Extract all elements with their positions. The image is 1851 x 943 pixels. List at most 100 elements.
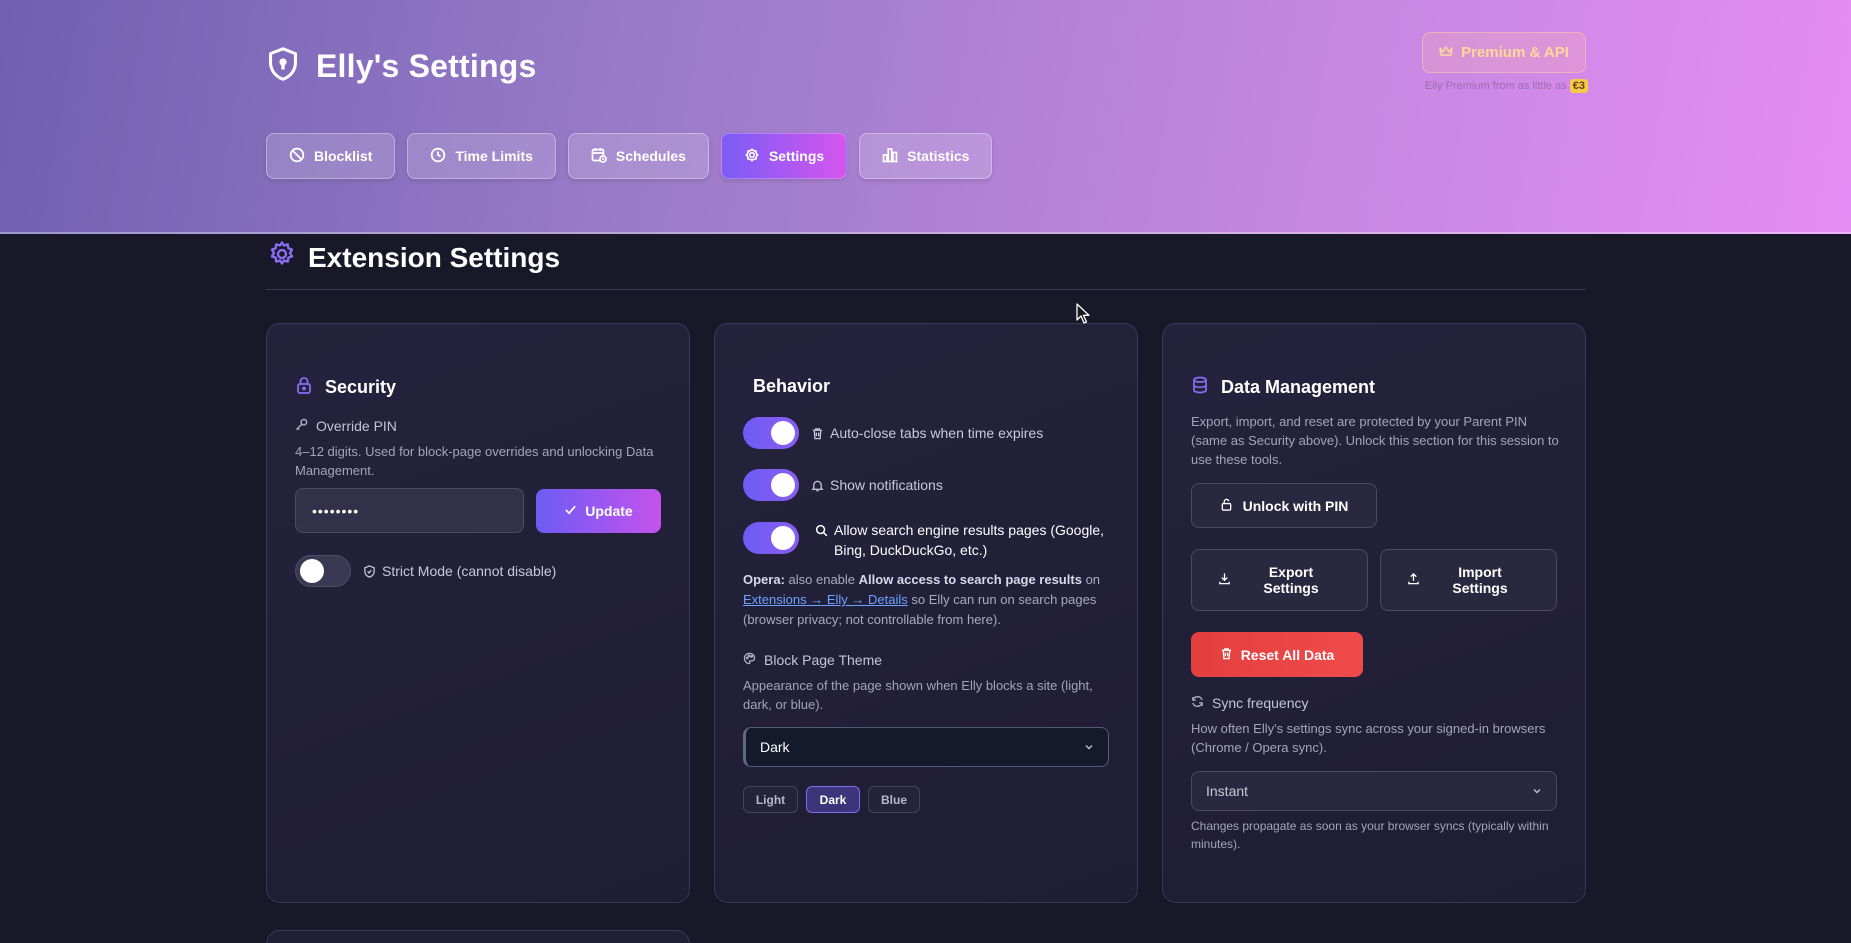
auto-close-text: Auto-close tabs when time expires bbox=[830, 425, 1044, 441]
search-pages-text: Allow search engine results pages (Googl… bbox=[834, 522, 1105, 558]
theme-label: Block Page Theme bbox=[743, 652, 882, 668]
unlock-icon bbox=[1220, 498, 1233, 514]
tab-time-limits[interactable]: Time Limits bbox=[407, 133, 556, 179]
unlock-button-label: Unlock with PIN bbox=[1242, 497, 1349, 514]
download-icon bbox=[1218, 572, 1231, 588]
theme-chip-blue[interactable]: Blue bbox=[868, 786, 920, 813]
data-management-title-text: Data Management bbox=[1221, 377, 1376, 397]
opera-note-bold: Opera: bbox=[743, 572, 785, 587]
mouse-cursor-icon bbox=[1076, 303, 1090, 324]
tab-label: Blocklist bbox=[314, 148, 373, 164]
upload-icon bbox=[1407, 572, 1420, 588]
theme-label-text: Block Page Theme bbox=[764, 652, 883, 668]
chevron-down-icon bbox=[1084, 739, 1094, 755]
sync-frequency-select[interactable]: Instant bbox=[1191, 771, 1557, 811]
behavior-title: Behavior bbox=[753, 376, 831, 396]
pin-label-text: Override PIN bbox=[316, 418, 397, 434]
toggle-knob bbox=[300, 559, 324, 583]
tab-label: Time Limits bbox=[455, 148, 533, 164]
key-icon bbox=[295, 418, 308, 434]
theme-chip-light[interactable]: Light bbox=[743, 786, 798, 813]
opera-note: Opera: also enable Allow access to searc… bbox=[743, 570, 1113, 630]
section-title: Extension Settings bbox=[308, 241, 561, 273]
sync-label: Sync frequency bbox=[1191, 695, 1309, 711]
header: Elly's Settings Premium & API Elly Premi… bbox=[0, 0, 1851, 234]
clock-icon bbox=[430, 147, 446, 166]
trash-icon bbox=[1220, 647, 1233, 663]
bell-icon bbox=[811, 475, 824, 497]
export-button-label: Export Settings bbox=[1263, 564, 1319, 596]
premium-price-badge: €3 bbox=[1569, 79, 1588, 93]
update-pin-button[interactable]: Update bbox=[536, 489, 661, 533]
strict-mode-text: Strict Mode (cannot disable) bbox=[382, 563, 557, 579]
divider bbox=[266, 289, 1586, 290]
update-button-label: Update bbox=[585, 503, 633, 519]
sync-note: Changes propagate as soon as your browse… bbox=[1191, 819, 1549, 851]
gear-icon bbox=[268, 240, 296, 275]
notifications-toggle[interactable] bbox=[743, 469, 799, 501]
sync-help: How often Elly's settings sync across yo… bbox=[1191, 721, 1546, 755]
sync-select-value: Instant bbox=[1206, 783, 1249, 799]
opera-note-text: also enable bbox=[788, 572, 856, 587]
brand: Elly's Settings bbox=[266, 46, 536, 87]
calendar-icon bbox=[591, 147, 607, 166]
premium-note-text: Elly Premium from as little as bbox=[1424, 80, 1567, 92]
sync-label-text: Sync frequency bbox=[1212, 695, 1309, 711]
auto-close-label: Auto-close tabs when time expires bbox=[811, 423, 1043, 445]
reset-button-label: Reset All Data bbox=[1240, 646, 1335, 663]
search-pages-toggle[interactable] bbox=[743, 522, 799, 554]
behavior-card: Behavior Auto-close tabs when time expir… bbox=[714, 323, 1138, 903]
reset-all-data-button[interactable]: Reset All Data bbox=[1191, 632, 1363, 677]
chevron-down-icon bbox=[1532, 783, 1542, 799]
auto-close-toggle[interactable] bbox=[743, 417, 799, 449]
gear-icon bbox=[744, 147, 760, 166]
import-button-label: Import Settings bbox=[1452, 564, 1508, 596]
security-title-text: Security bbox=[325, 377, 397, 397]
toggle-knob bbox=[771, 421, 795, 445]
tab-bar: Blocklist Time Limits Schedules Settings… bbox=[266, 133, 993, 179]
tab-blocklist[interactable]: Blocklist bbox=[266, 133, 396, 179]
security-title: Security bbox=[295, 376, 396, 399]
search-icon bbox=[815, 520, 828, 542]
export-settings-button[interactable]: Export Settings bbox=[1191, 549, 1368, 611]
premium-note: Elly Premium from as little as €3 bbox=[1408, 79, 1588, 93]
palette-icon bbox=[743, 652, 756, 668]
notifications-text: Show notifications bbox=[830, 477, 943, 493]
toggle-knob bbox=[771, 473, 795, 497]
opera-note-text: on bbox=[1085, 572, 1101, 587]
extensions-details-link[interactable]: Extensions → Elly → Details bbox=[743, 592, 908, 607]
pin-input[interactable]: •••••••• bbox=[295, 488, 524, 533]
strict-mode-label: Strict Mode (cannot disable) bbox=[363, 561, 556, 583]
theme-help: Appearance of the page shown when Elly b… bbox=[743, 678, 1093, 712]
search-pages-label: Allow search engine results pages (Googl… bbox=[815, 520, 1115, 560]
premium-button-label: Premium & API bbox=[1461, 44, 1569, 61]
tab-settings[interactable]: Settings bbox=[720, 133, 848, 179]
bar-chart-icon bbox=[882, 147, 898, 166]
tab-label: Settings bbox=[768, 148, 825, 164]
refresh-icon bbox=[1191, 695, 1204, 711]
crown-icon bbox=[1439, 44, 1453, 61]
strict-mode-toggle[interactable] bbox=[295, 555, 351, 587]
theme-select[interactable]: Dark bbox=[743, 727, 1109, 767]
next-card-edge bbox=[266, 930, 690, 943]
security-card: Security Override PIN 4–12 digits. Used … bbox=[266, 323, 690, 903]
theme-select-value: Dark bbox=[760, 739, 790, 755]
toggle-knob bbox=[771, 526, 795, 550]
data-management-card: Data Management Export, import, and rese… bbox=[1162, 323, 1586, 903]
pin-help: 4–12 digits. Used for block-page overrid… bbox=[295, 444, 654, 478]
opera-note-setting: Allow access to search page results bbox=[858, 572, 1082, 587]
tab-label: Schedules bbox=[615, 148, 686, 164]
theme-chip-dark[interactable]: Dark bbox=[806, 786, 860, 813]
unlock-with-pin-button[interactable]: Unlock with PIN bbox=[1191, 483, 1377, 528]
block-icon bbox=[289, 147, 305, 166]
import-settings-button[interactable]: Import Settings bbox=[1380, 549, 1557, 611]
shield-icon bbox=[266, 46, 300, 87]
tab-statistics[interactable]: Statistics bbox=[859, 133, 993, 179]
data-management-title: Data Management bbox=[1191, 376, 1375, 399]
section-heading: Extension Settings bbox=[268, 240, 560, 275]
premium-button[interactable]: Premium & API bbox=[1422, 32, 1586, 73]
tab-label: Statistics bbox=[907, 148, 970, 164]
trash-icon bbox=[811, 423, 824, 445]
page-title: Elly's Settings bbox=[316, 48, 537, 84]
tab-schedules[interactable]: Schedules bbox=[567, 133, 709, 179]
